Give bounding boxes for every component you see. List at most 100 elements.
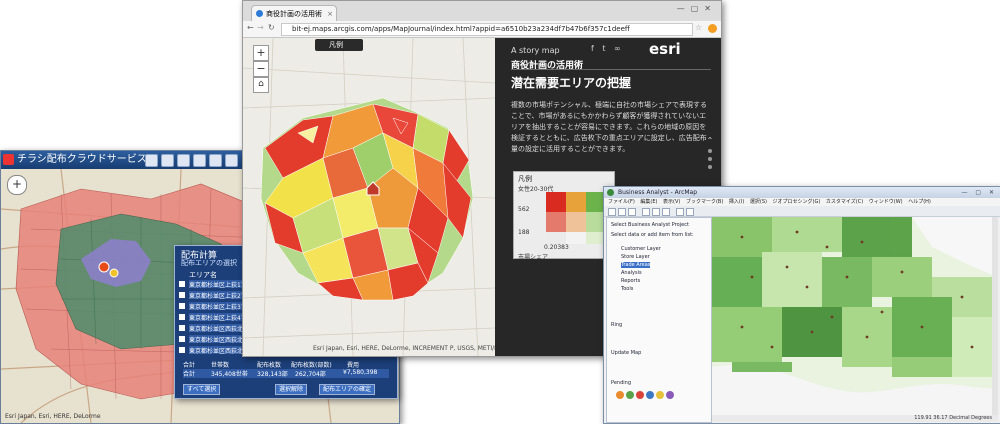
row-checkbox[interactable] [179, 314, 185, 320]
panel-row[interactable]: Update Map [611, 350, 641, 356]
panel-tree-item[interactable]: Analysis [621, 270, 642, 276]
summary-value: ¥7,580,398 [343, 369, 378, 376]
story-body-text: 複数の市場ポテンシャル、極端に自社の市場シェアで表現することで、市場があるにもか… [511, 101, 707, 153]
summary-value: 328,143部 [257, 371, 288, 378]
tab-close-icon[interactable]: × [327, 6, 333, 22]
coordinate-readout: 119.91 36.17 Decimal Degrees [914, 415, 992, 421]
row-checkbox[interactable] [179, 281, 185, 287]
legend-cell [546, 232, 566, 244]
menu-item[interactable]: 表示(V) [663, 199, 680, 205]
bookmark-star-icon[interactable]: ☆ [695, 23, 702, 32]
summary-header: 合計 [183, 362, 196, 369]
reload-icon[interactable]: ↻ [268, 23, 275, 32]
zoom-in-icon[interactable] [642, 208, 650, 216]
panel-tree-item-selected[interactable]: Trade Areas [621, 262, 651, 268]
chevron-up-icon[interactable]: ⌃ [703, 136, 717, 145]
gis-statusbar: 119.91 36.17 Decimal Degrees [712, 415, 998, 422]
summary-value: 345,408世帯 [211, 371, 248, 378]
summary-header: 世帯数 [211, 362, 230, 369]
left-zoom-in-button[interactable]: + [7, 175, 27, 195]
summary-header: 配布枚数(部数) [291, 362, 332, 369]
menu-item[interactable]: 選択(S) [750, 199, 767, 205]
row-checkbox[interactable] [179, 347, 185, 353]
row-checkbox[interactable] [179, 325, 185, 331]
esri-logo: esri [649, 40, 681, 58]
forward-arrow-icon[interactable]: → [257, 23, 264, 32]
pan-icon[interactable] [662, 208, 670, 216]
menu-item[interactable]: 挿入(I) [729, 199, 744, 205]
market-share-map[interactable] [243, 38, 495, 356]
window-controls[interactable]: —▢✕ [677, 4, 717, 13]
select-icon[interactable] [686, 208, 694, 216]
save-icon[interactable] [628, 208, 636, 216]
row-checkbox[interactable] [179, 303, 185, 309]
story-navigation[interactable]: ⌃ [703, 136, 717, 173]
story-section-title: 潜在需要エリアの把握 [511, 76, 632, 90]
legend-cell [566, 192, 586, 212]
story-divider [511, 69, 711, 70]
row-checkbox[interactable] [179, 292, 185, 298]
panel-row[interactable]: Select Business Analyst Project [611, 222, 689, 228]
select-all-button[interactable]: すべて選択 [183, 384, 221, 395]
menu-item[interactable]: カスタマイズ(C) [826, 199, 863, 205]
zoom-out-button[interactable]: − [253, 61, 269, 77]
browser-tab-title: 商役計画の活用術 [266, 10, 322, 18]
legend-title: 凡例 [518, 175, 532, 183]
open-icon[interactable] [618, 208, 626, 216]
gis-window-controls[interactable]: — ▢ ✕ [961, 187, 997, 198]
gis-desktop-window: Business Analyst - ArcMap — ▢ ✕ ファイル(F) … [603, 186, 1000, 424]
gis-map-view[interactable] [712, 217, 998, 415]
panel-tree-item[interactable]: Tools [621, 286, 633, 292]
gis-titlebar: Business Analyst - ArcMap — ▢ ✕ [604, 187, 1000, 198]
left-map-attribution: Esri Japan, Esri, HERE, DeLorme [5, 413, 101, 420]
zoom-in-button[interactable]: + [253, 45, 269, 61]
panel-row[interactable]: Ring [611, 322, 622, 328]
gis-toolbar [604, 206, 1000, 217]
row-checkbox[interactable] [179, 336, 185, 342]
zoom-out-icon[interactable] [652, 208, 660, 216]
bivariate-legend: 凡例 女性20-30代 562 188 0.20383 市場シェア [513, 171, 615, 261]
legend-x-label: 市場シェア [518, 254, 549, 261]
tool-icons[interactable] [615, 390, 695, 400]
business-analyst-panel: Select Business Analyst Project Select d… [606, 217, 712, 423]
extension-icon[interactable] [708, 24, 717, 33]
nav-dot[interactable] [708, 149, 712, 153]
home-icon[interactable] [145, 154, 158, 167]
browser-toolbar: ← → ↻ bit-ej.maps.arcgis.com/apps/MapJou… [243, 21, 721, 38]
deselect-button[interactable]: 選択解除 [275, 384, 308, 395]
settings-icon[interactable] [225, 154, 238, 167]
layer-icon[interactable] [161, 154, 174, 167]
menu-item[interactable]: ブックマーク(B) [686, 199, 723, 205]
new-icon[interactable] [608, 208, 616, 216]
measure-icon[interactable] [209, 154, 222, 167]
legend-y-tick: 562 [518, 206, 530, 213]
home-icon[interactable]: ⌂ [253, 77, 269, 93]
menu-item[interactable]: ジオプロセシング(G) [773, 199, 821, 205]
nav-dot[interactable] [708, 157, 712, 161]
summary-header-row: 合計 世帯数 配布枚数 配布枚数(部数) 費用 [183, 360, 389, 369]
legend-cell [546, 212, 566, 232]
menu-item[interactable]: ウィンドウ(W) [869, 199, 903, 205]
browser-tab[interactable]: 商役計画の活用術 × [251, 5, 337, 22]
print-icon[interactable] [193, 154, 206, 167]
browser-tabbar: 商役計画の活用術 × —▢✕ [243, 1, 721, 22]
back-arrow-icon[interactable]: ← [247, 23, 254, 32]
panel-tree-item[interactable]: Customer Layer [621, 246, 661, 252]
address-bar[interactable]: bit-ej.maps.arcgis.com/apps/MapJournal/i… [281, 23, 693, 36]
panel-tree-item[interactable]: Store Layer [621, 254, 650, 260]
identify-icon[interactable] [676, 208, 684, 216]
map-scrollbar[interactable] [992, 217, 998, 415]
summary-values-row: 合計 345,408世帯 328,143部 262,704部 ¥7,580,39… [183, 369, 389, 378]
panel-tree-item[interactable]: Reports [621, 278, 640, 284]
map-attribution: Esri Japan, Esri, HERE, DeLorme, INCREME… [313, 345, 511, 352]
legend-toggle-button[interactable]: 凡例 [315, 39, 363, 51]
menu-item[interactable]: ファイル(F) [608, 199, 635, 205]
nav-dot[interactable] [708, 165, 712, 169]
summary-value: 262,704部 [295, 371, 326, 378]
menu-item[interactable]: ヘルプ(H) [908, 199, 931, 205]
share-icons[interactable]: f t ∞ [591, 44, 624, 53]
favicon-icon [256, 10, 263, 17]
search-icon[interactable] [177, 154, 190, 167]
confirm-area-button[interactable]: 配布エリアの確定 [319, 384, 376, 395]
menu-item[interactable]: 編集(E) [640, 199, 657, 205]
